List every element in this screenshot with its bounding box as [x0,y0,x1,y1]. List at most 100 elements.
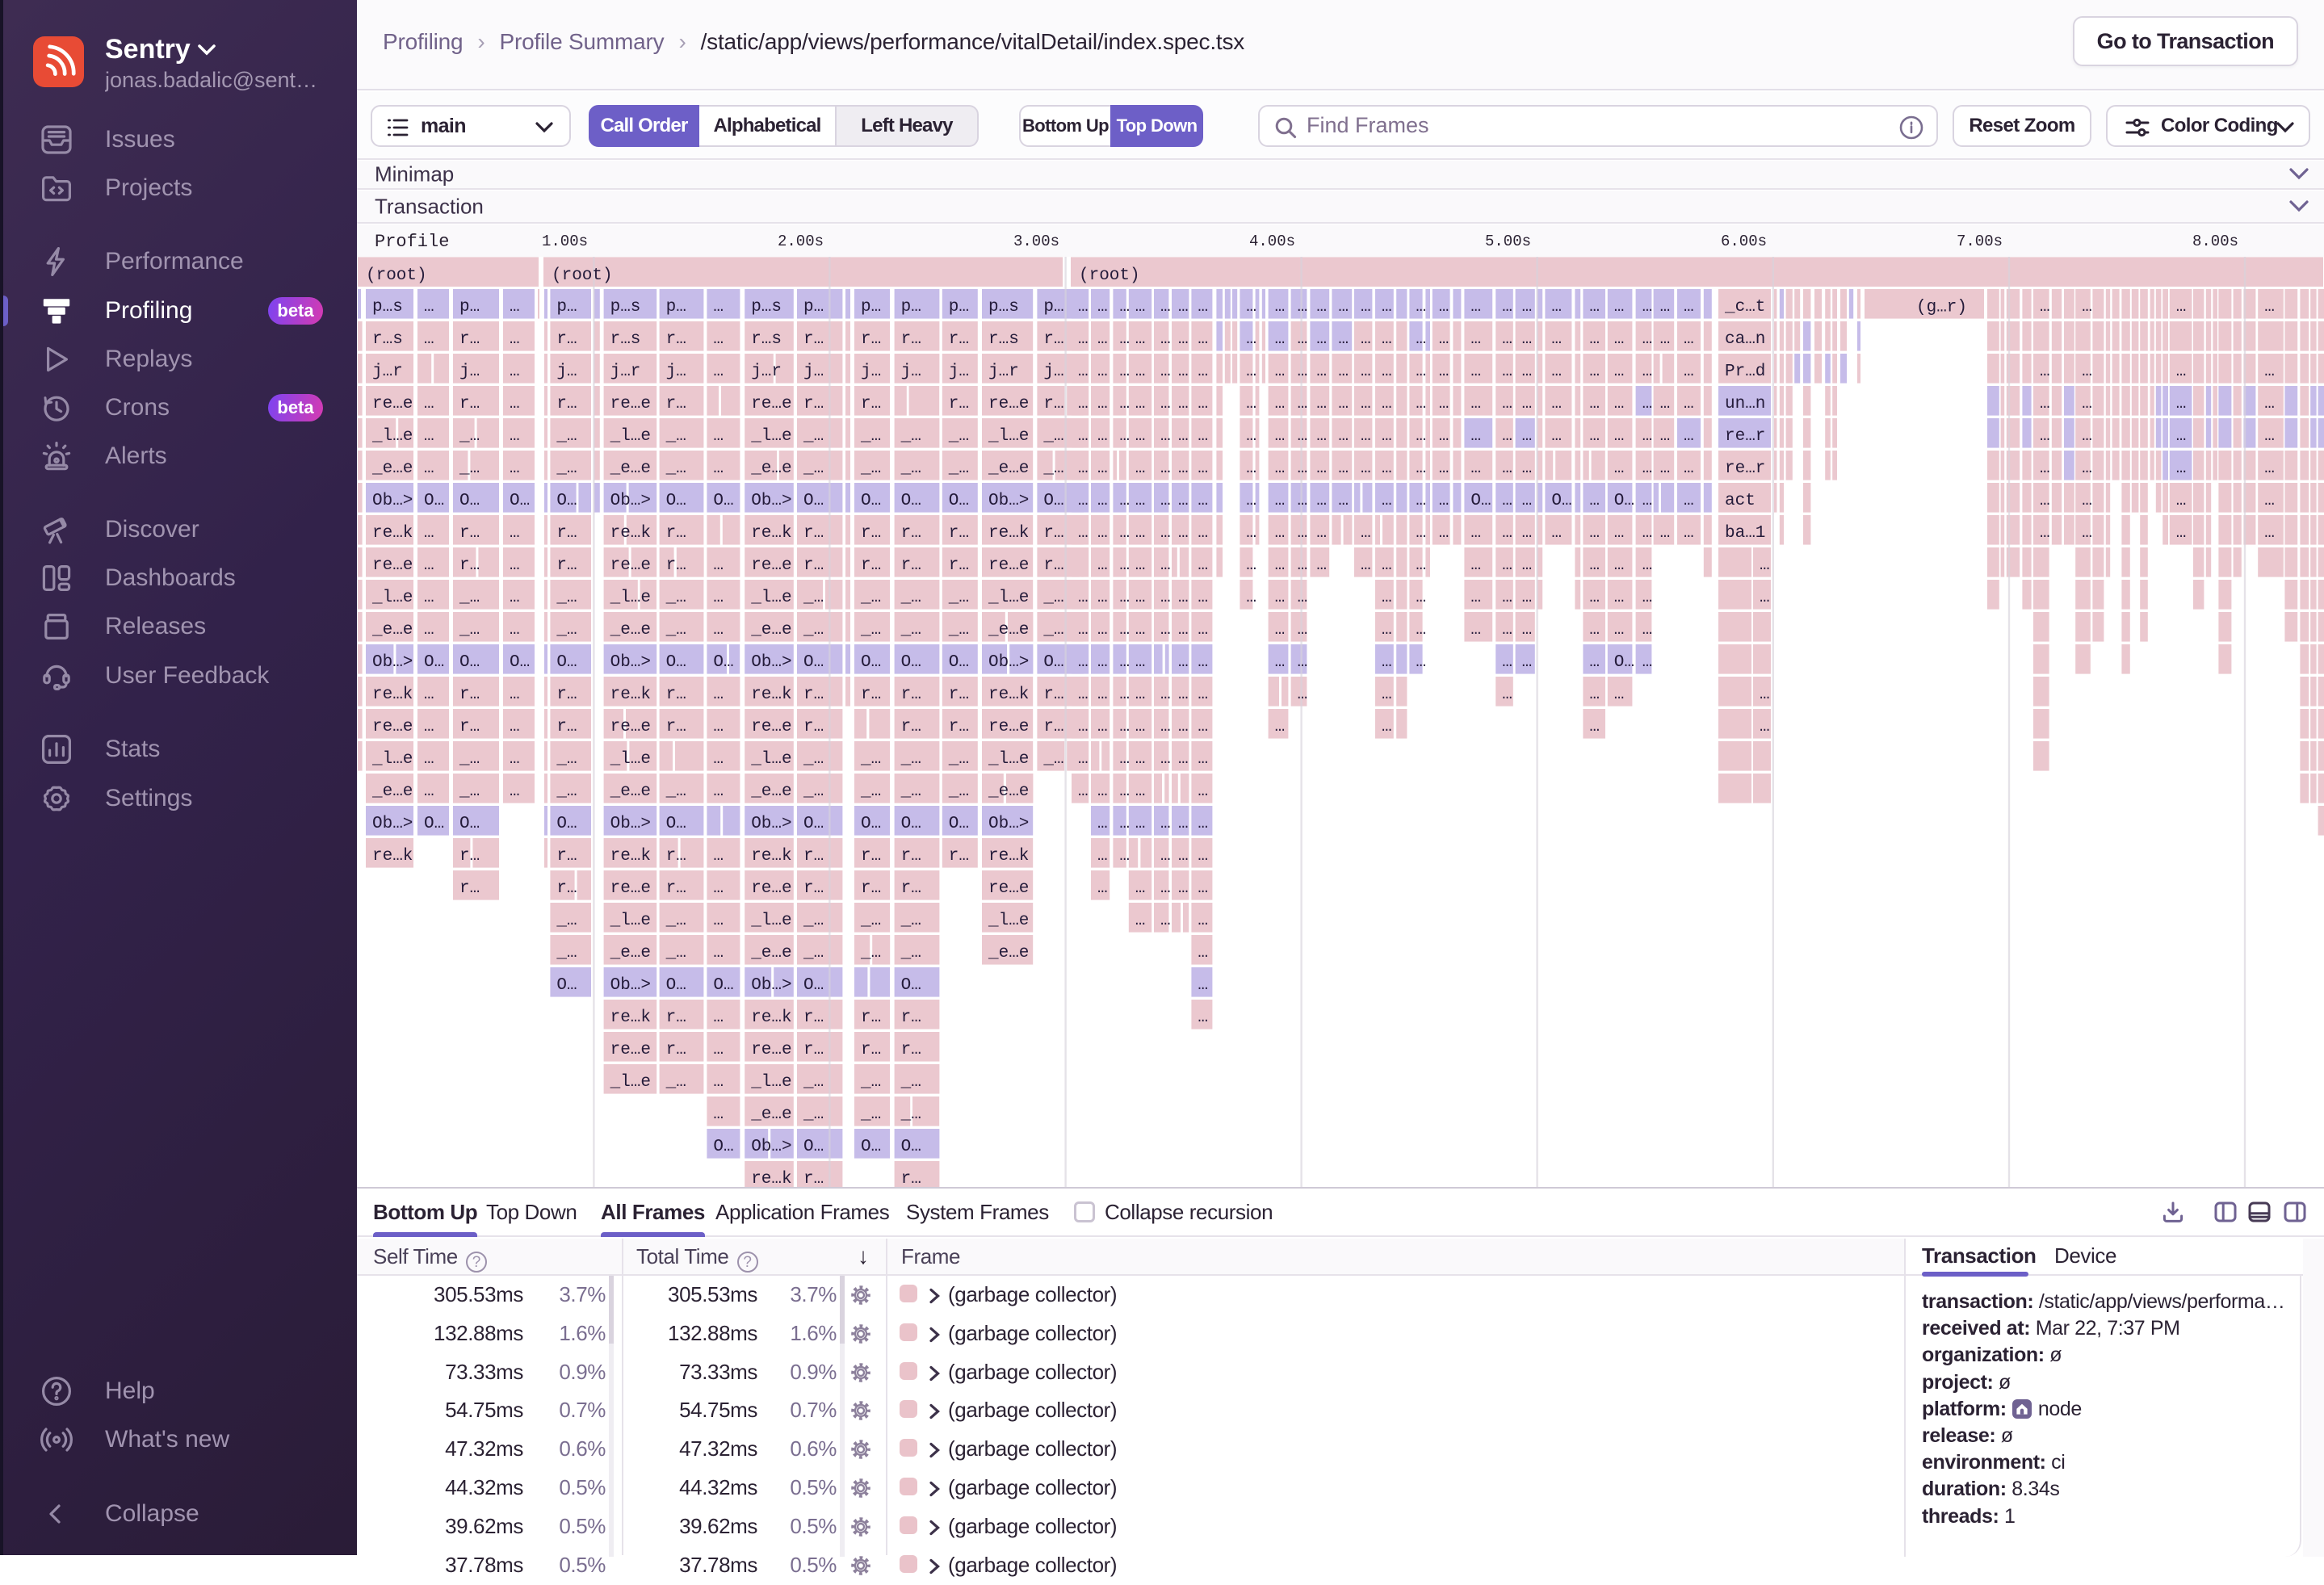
svg-text:O…: O… [901,1138,921,1156]
svg-text:_l…e: _l…e [988,589,1029,607]
svg-text:re…e: re…e [610,395,651,413]
svg-text:…: … [1439,330,1449,349]
svg-text:…: … [1382,653,1392,672]
svg-text:_…: _… [860,782,881,801]
svg-text:…: … [1502,589,1512,607]
svg-text:…: … [1198,653,1208,672]
svg-text:…: … [1660,427,1671,446]
svg-text:…: … [713,750,724,769]
svg-text:…: … [1198,492,1208,510]
svg-text:…: … [2176,427,2187,446]
svg-text:_l…e: _l…e [988,750,1029,769]
svg-text:…: … [424,427,434,446]
svg-text:…: … [1502,492,1512,510]
svg-text:…: … [1119,718,1130,736]
svg-text:r…: r… [1043,556,1063,575]
svg-text:_…: _… [803,912,824,930]
svg-text:…: … [1135,686,1146,704]
svg-text:…: … [1439,459,1449,478]
svg-text:…: … [1338,330,1349,349]
svg-text:r…: r… [803,879,824,898]
svg-text:…: … [1119,621,1130,639]
svg-text:…: … [1470,363,1481,381]
svg-text:…: … [1198,298,1208,317]
svg-text:…: … [1078,298,1089,317]
svg-text:…: … [1684,524,1694,543]
svg-text:re…k: re…k [751,524,791,543]
svg-text:_…: _… [556,427,577,446]
svg-text:…: … [1135,363,1146,381]
svg-text:…: … [713,1105,724,1124]
svg-text:O…: O… [666,492,686,510]
svg-text:O…: O… [1470,492,1491,510]
svg-text:r…: r… [803,395,824,413]
svg-text:_…: _… [860,1073,881,1092]
svg-text:re…k: re…k [610,1008,651,1027]
svg-text:…: … [1470,589,1481,607]
svg-text:…: … [1246,459,1256,478]
svg-text:p…: p… [459,298,480,317]
svg-text:…: … [510,395,520,413]
svg-text:r…s: r…s [610,330,641,349]
svg-text:O…: O… [666,653,686,672]
svg-text:…: … [1416,621,1426,639]
svg-text:r…: r… [949,556,969,575]
svg-text:…: … [1097,492,1108,510]
svg-text:_…: _… [1042,621,1063,639]
svg-text:…: … [2040,524,2050,543]
svg-text:…: … [1551,363,1562,381]
svg-text:O…: O… [803,976,824,995]
svg-text:r…: r… [803,1170,824,1187]
svg-text:…: … [1502,363,1512,381]
svg-text:_l…e: _l…e [750,427,791,446]
svg-text:…: … [1160,395,1171,413]
svg-text:…: … [1361,427,1371,446]
svg-text:…: … [1614,686,1625,704]
svg-text:…: … [1382,621,1392,639]
svg-text:…: … [1642,524,1653,543]
svg-text:r…: r… [901,330,921,349]
svg-text:…: … [1246,298,1256,317]
svg-text:r…: r… [803,686,824,704]
svg-text:…: … [1198,847,1208,866]
svg-text:Ob…>: Ob…> [751,653,791,672]
svg-text:…: … [1614,459,1625,478]
svg-text:…: … [1439,524,1449,543]
svg-text:…: … [510,718,520,736]
svg-text:…: … [1589,395,1600,413]
svg-text:…: … [1316,395,1327,413]
svg-text:r…: r… [803,1041,824,1059]
svg-text:…: … [1160,427,1171,446]
svg-text:…: … [1416,395,1426,413]
svg-text:O…: O… [949,653,969,672]
svg-text:(root): (root) [1079,266,1140,285]
svg-text:…: … [1522,330,1533,349]
svg-text:…: … [1198,815,1208,833]
svg-text:_…: _… [665,427,686,446]
svg-text:_…: _… [1042,459,1063,478]
svg-text:…: … [1198,427,1208,446]
svg-text:r…: r… [861,330,881,349]
svg-text:…: … [1135,782,1146,801]
svg-text:…: … [1470,298,1481,317]
svg-text:p…: p… [803,298,824,317]
svg-text:…: … [1178,621,1189,639]
svg-text:…: … [1097,363,1108,381]
svg-text:r…: r… [949,395,969,413]
svg-text:r…: r… [803,524,824,543]
svg-text:…: … [1642,621,1653,639]
svg-text:…: … [1275,621,1286,639]
svg-text:…: … [1160,718,1171,736]
svg-text:r…: r… [666,718,686,736]
svg-text:p…: p… [666,298,686,317]
svg-text:…: … [1760,589,1770,607]
svg-text:…: … [1382,459,1392,478]
svg-text:j…: j… [949,363,969,381]
svg-text:…: … [1135,879,1146,898]
svg-text:r…: r… [901,718,921,736]
svg-text:_…: _… [665,912,686,930]
svg-text:r…: r… [459,330,480,349]
svg-text:p…: p… [949,298,969,317]
svg-text:re…e: re…e [372,718,413,736]
svg-text:…: … [1178,427,1189,446]
